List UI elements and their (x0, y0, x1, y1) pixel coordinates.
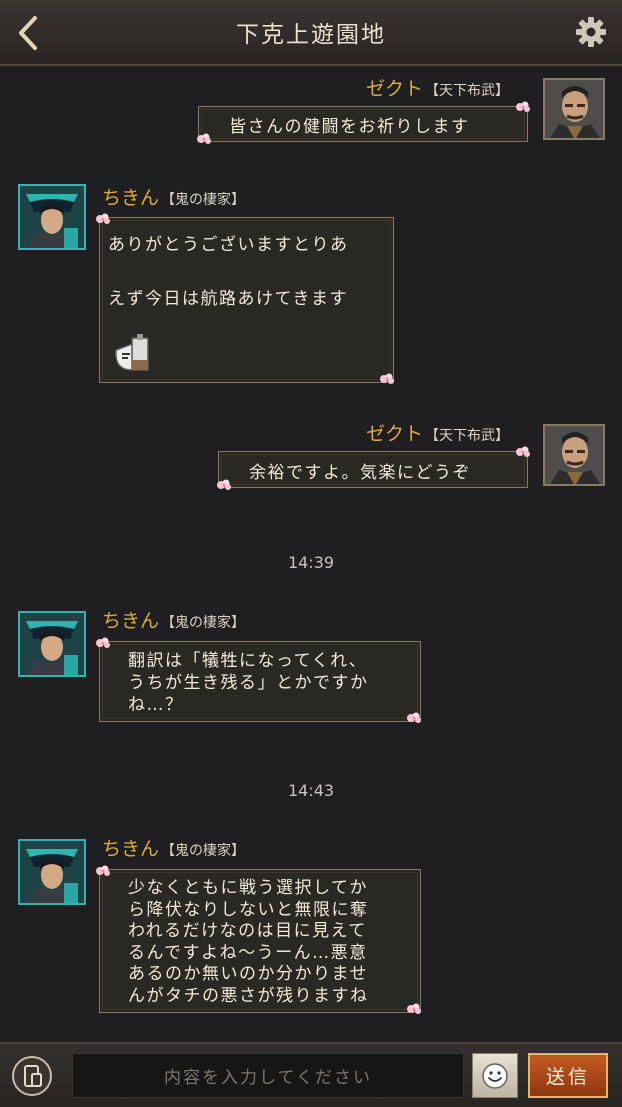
sender-name: ゼクト (366, 78, 424, 100)
sender-row: ちきん 【鬼の棲家】 (102, 834, 245, 860)
sender-clan: 【鬼の棲家】 (161, 615, 246, 631)
message-text: 翻訳は「犠牲になってくれ、 うちが生き残る」とかですか ね…？ (128, 651, 369, 715)
back-button[interactable] (10, 12, 46, 54)
input-bar: 内容を入力してください 送信 (0, 1042, 622, 1107)
samurai-portrait-icon (545, 80, 603, 138)
sender-name: ちきん (102, 187, 160, 209)
message-text: ありがとうございますとりあ えず今日は航路あけてきます (108, 235, 349, 309)
input-placeholder: 内容を入力してください (164, 1068, 372, 1088)
timestamp: 14:43 (287, 781, 335, 800)
sakura-icon (407, 1003, 421, 1014)
avatar[interactable] (543, 424, 605, 486)
message-text: 少なくともに戦う選択してか ら降伏なりしないと無限に奪 われるだけなのは目に見え… (128, 878, 369, 1006)
warrior-portrait-icon (20, 613, 84, 675)
warrior-portrait-icon (20, 841, 84, 903)
warrior-portrait-icon (20, 186, 84, 248)
sender-name: ちきん (102, 838, 160, 860)
header-bar: 下克上遊園地 (0, 0, 622, 66)
page-title: 下克上遊園地 (236, 22, 386, 48)
sakura-icon (197, 133, 211, 144)
sender-clan: 【天下布武】 (425, 428, 510, 444)
stamp-sticker-icon (115, 334, 149, 371)
sender-clan: 【鬼の棲家】 (161, 843, 246, 859)
sender-clan: 【鬼の棲家】 (161, 192, 246, 208)
sakura-icon (217, 479, 231, 490)
sender-row: ゼクト 【天下布武】 (366, 74, 509, 100)
phone-icon (24, 1065, 42, 1087)
settings-button[interactable] (574, 15, 608, 49)
message-text: 皆さんの健闘をお祈りします (229, 117, 470, 137)
sakura-icon (407, 712, 421, 723)
smiley-icon (482, 1062, 508, 1089)
message-bubble: 少なくともに戦う選択してか ら降伏なりしないと無限に奪 われるだけなのは目に見え… (99, 869, 421, 1013)
message-bubble: 皆さんの健闘をお祈りします (198, 106, 528, 142)
sakura-icon (96, 865, 110, 876)
message-bubble: 余裕ですよ。気楽にどうぞ (218, 451, 528, 488)
message-bubble: ありがとうございますとりあ えず今日は航路あけてきます (99, 217, 394, 383)
sender-name: ゼクト (366, 423, 424, 445)
sender-row: ちきん 【鬼の棲家】 (102, 183, 245, 209)
chevron-left-icon (19, 16, 37, 50)
avatar[interactable] (18, 184, 86, 250)
sender-name: ちきん (102, 610, 160, 632)
samurai-portrait-icon (545, 426, 603, 484)
chat-area[interactable]: ゼクト 【天下布武】 皆さんの健闘をお祈りします ちきん 【鬼の棲家】 ありがと… (0, 68, 622, 1040)
send-button[interactable]: 送信 (528, 1053, 608, 1098)
avatar[interactable] (18, 839, 86, 905)
message-text: 余裕ですよ。気楽にどうぞ (249, 463, 471, 483)
timestamp: 14:39 (287, 553, 335, 572)
gear-icon (576, 17, 606, 47)
sakura-icon (96, 213, 110, 224)
sender-clan: 【天下布武】 (425, 83, 510, 99)
sakura-icon (96, 637, 110, 648)
emoji-button[interactable] (472, 1053, 518, 1098)
message-input[interactable]: 内容を入力してください (72, 1053, 464, 1098)
sakura-icon (516, 446, 530, 457)
sakura-icon (380, 373, 394, 384)
phone-button[interactable] (12, 1056, 52, 1096)
avatar[interactable] (543, 78, 605, 140)
send-label: 送信 (545, 1066, 590, 1088)
sender-row: ゼクト 【天下布武】 (366, 419, 509, 445)
avatar[interactable] (18, 611, 86, 677)
sakura-icon (516, 101, 530, 112)
sender-row: ちきん 【鬼の棲家】 (102, 606, 245, 632)
message-bubble: 翻訳は「犠牲になってくれ、 うちが生き残る」とかですか ね…？ (99, 641, 421, 722)
